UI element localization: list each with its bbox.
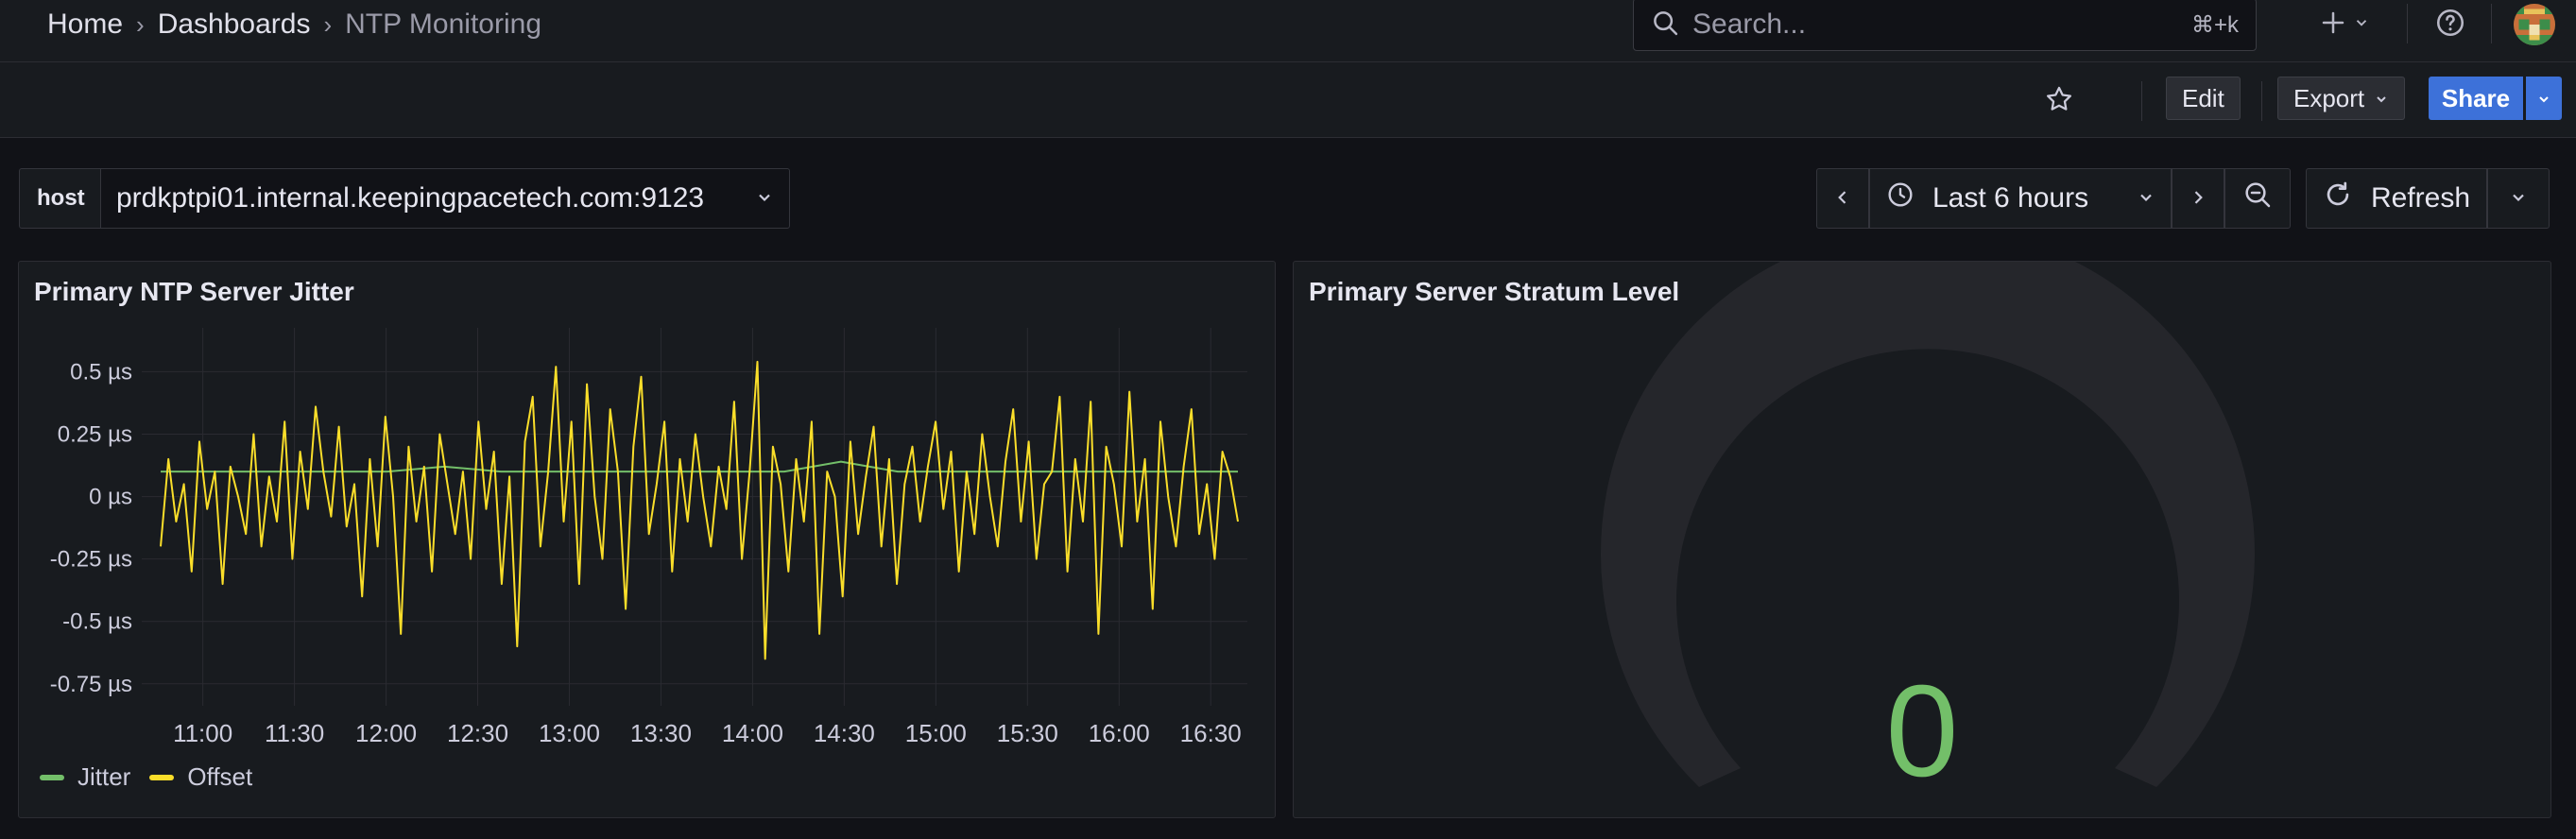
top-bar: Home › Dashboards › NTP Monitoring Searc… [0, 0, 2576, 62]
divider [2261, 81, 2262, 121]
y-tick-label: -0.5 µs [62, 609, 132, 635]
x-tick-label: 13:00 [539, 719, 600, 747]
search-shortcut: ⌘+k [2190, 11, 2239, 38]
add-new-button[interactable] [2319, 6, 2370, 43]
breadcrumb-current: NTP Monitoring [345, 9, 542, 40]
x-tick-label: 16:00 [1089, 719, 1150, 747]
divider [2141, 81, 2142, 121]
chart-legend: Jitter Offset [40, 762, 271, 792]
y-tick-label: -0.75 µs [50, 672, 132, 697]
search-input[interactable]: Search... ⌘+k [1633, 0, 2257, 51]
time-range-label: Last 6 hours [1932, 182, 2089, 214]
chevron-right-icon [2189, 182, 2207, 214]
search-placeholder: Search... [1692, 9, 1807, 40]
jitter-chart: 0.5 µs 0.25 µs 0 µs -0.25 µs -0.5 µs -0.75 µs… [50, 328, 1247, 747]
legend-label: Jitter [77, 762, 131, 791]
x-tick-label: 12:00 [355, 719, 417, 747]
gauge-value: 0 [1885, 659, 1959, 804]
variable-label-host: host [19, 168, 103, 229]
time-range-picker[interactable]: Last 6 hours [1869, 168, 2172, 229]
x-tick-label: 14:00 [722, 719, 783, 747]
refresh-group: Refresh [2306, 168, 2550, 229]
x-tick-label: 12:30 [447, 719, 508, 747]
divider [2491, 4, 2492, 43]
host-variable-value: prdkptpi01.internal.keepingpacetech.com:… [116, 182, 705, 214]
stratum-panel[interactable]: Primary Server Stratum Level 0 [1293, 261, 2551, 818]
chevron-down-icon [755, 182, 774, 214]
share-button[interactable]: Share [2429, 77, 2523, 120]
x-tick-label: 15:30 [997, 719, 1058, 747]
time-range-forward-button[interactable] [2172, 168, 2224, 229]
x-tick-label: 15:00 [905, 719, 967, 747]
edit-button[interactable]: Edit [2166, 77, 2241, 120]
jitter-panel[interactable]: Primary NTP Server Jitter 0.5 µs 0.25 µs 0… [18, 261, 1276, 818]
plus-icon [2319, 9, 2347, 42]
legend-swatch [40, 774, 64, 780]
chevron-down-icon [2353, 14, 2370, 36]
chevron-down-icon [2536, 84, 2551, 113]
avatar[interactable] [2514, 4, 2555, 45]
y-tick-label: -0.25 µs [50, 547, 132, 573]
dashboard-toolbar: Edit Export Share [0, 62, 2576, 138]
zoom-out-icon [2242, 180, 2273, 217]
y-tick-label: 0.25 µs [58, 422, 132, 448]
x-tick-label: 14:30 [814, 719, 875, 747]
chevron-down-icon [2137, 182, 2155, 214]
breadcrumb-separator: › [323, 9, 333, 39]
series-line-offset [160, 360, 1239, 660]
host-variable-select[interactable]: prdkptpi01.internal.keepingpacetech.com:… [100, 168, 790, 229]
zoom-out-button[interactable] [2224, 168, 2291, 229]
chevron-left-icon [1833, 182, 1852, 214]
x-tick-label: 16:30 [1180, 719, 1242, 747]
refresh-icon [2322, 179, 2354, 218]
x-tick-label: 13:30 [630, 719, 692, 747]
breadcrumb-dashboards[interactable]: Dashboards [158, 9, 311, 41]
clock-icon [1885, 180, 1915, 217]
refresh-label: Refresh [2371, 182, 2471, 214]
legend-label: Offset [187, 762, 253, 791]
help-icon [2434, 7, 2466, 43]
divider [2407, 4, 2408, 43]
time-picker-group: Last 6 hours [1816, 168, 2291, 229]
legend-item-offset[interactable]: Offset [149, 762, 252, 792]
y-tick-label: 0.5 µs [70, 359, 132, 385]
help-button[interactable] [2434, 6, 2466, 43]
export-button[interactable]: Export [2277, 77, 2406, 120]
chevron-down-icon [2374, 84, 2389, 113]
legend-swatch [149, 774, 175, 780]
time-range-back-button[interactable] [1816, 168, 1869, 229]
chevron-down-icon [2509, 182, 2528, 214]
x-tick-label: 11:30 [265, 719, 324, 747]
star-button[interactable] [2043, 83, 2075, 120]
export-label: Export [2293, 83, 2365, 112]
search-icon [1651, 9, 1679, 42]
breadcrumb-home[interactable]: Home [47, 9, 123, 41]
breadcrumb: Home › Dashboards › NTP Monitoring [47, 6, 541, 43]
breadcrumb-separator: › [136, 9, 145, 39]
x-tick-label: 11:00 [173, 719, 232, 747]
y-tick-label: 0 µs [89, 485, 132, 510]
refresh-button[interactable]: Refresh [2306, 168, 2487, 229]
refresh-interval-menu[interactable] [2487, 168, 2550, 229]
star-icon [2043, 86, 2075, 119]
share-menu-button[interactable] [2526, 77, 2562, 120]
legend-item-jitter[interactable]: Jitter [40, 762, 130, 792]
